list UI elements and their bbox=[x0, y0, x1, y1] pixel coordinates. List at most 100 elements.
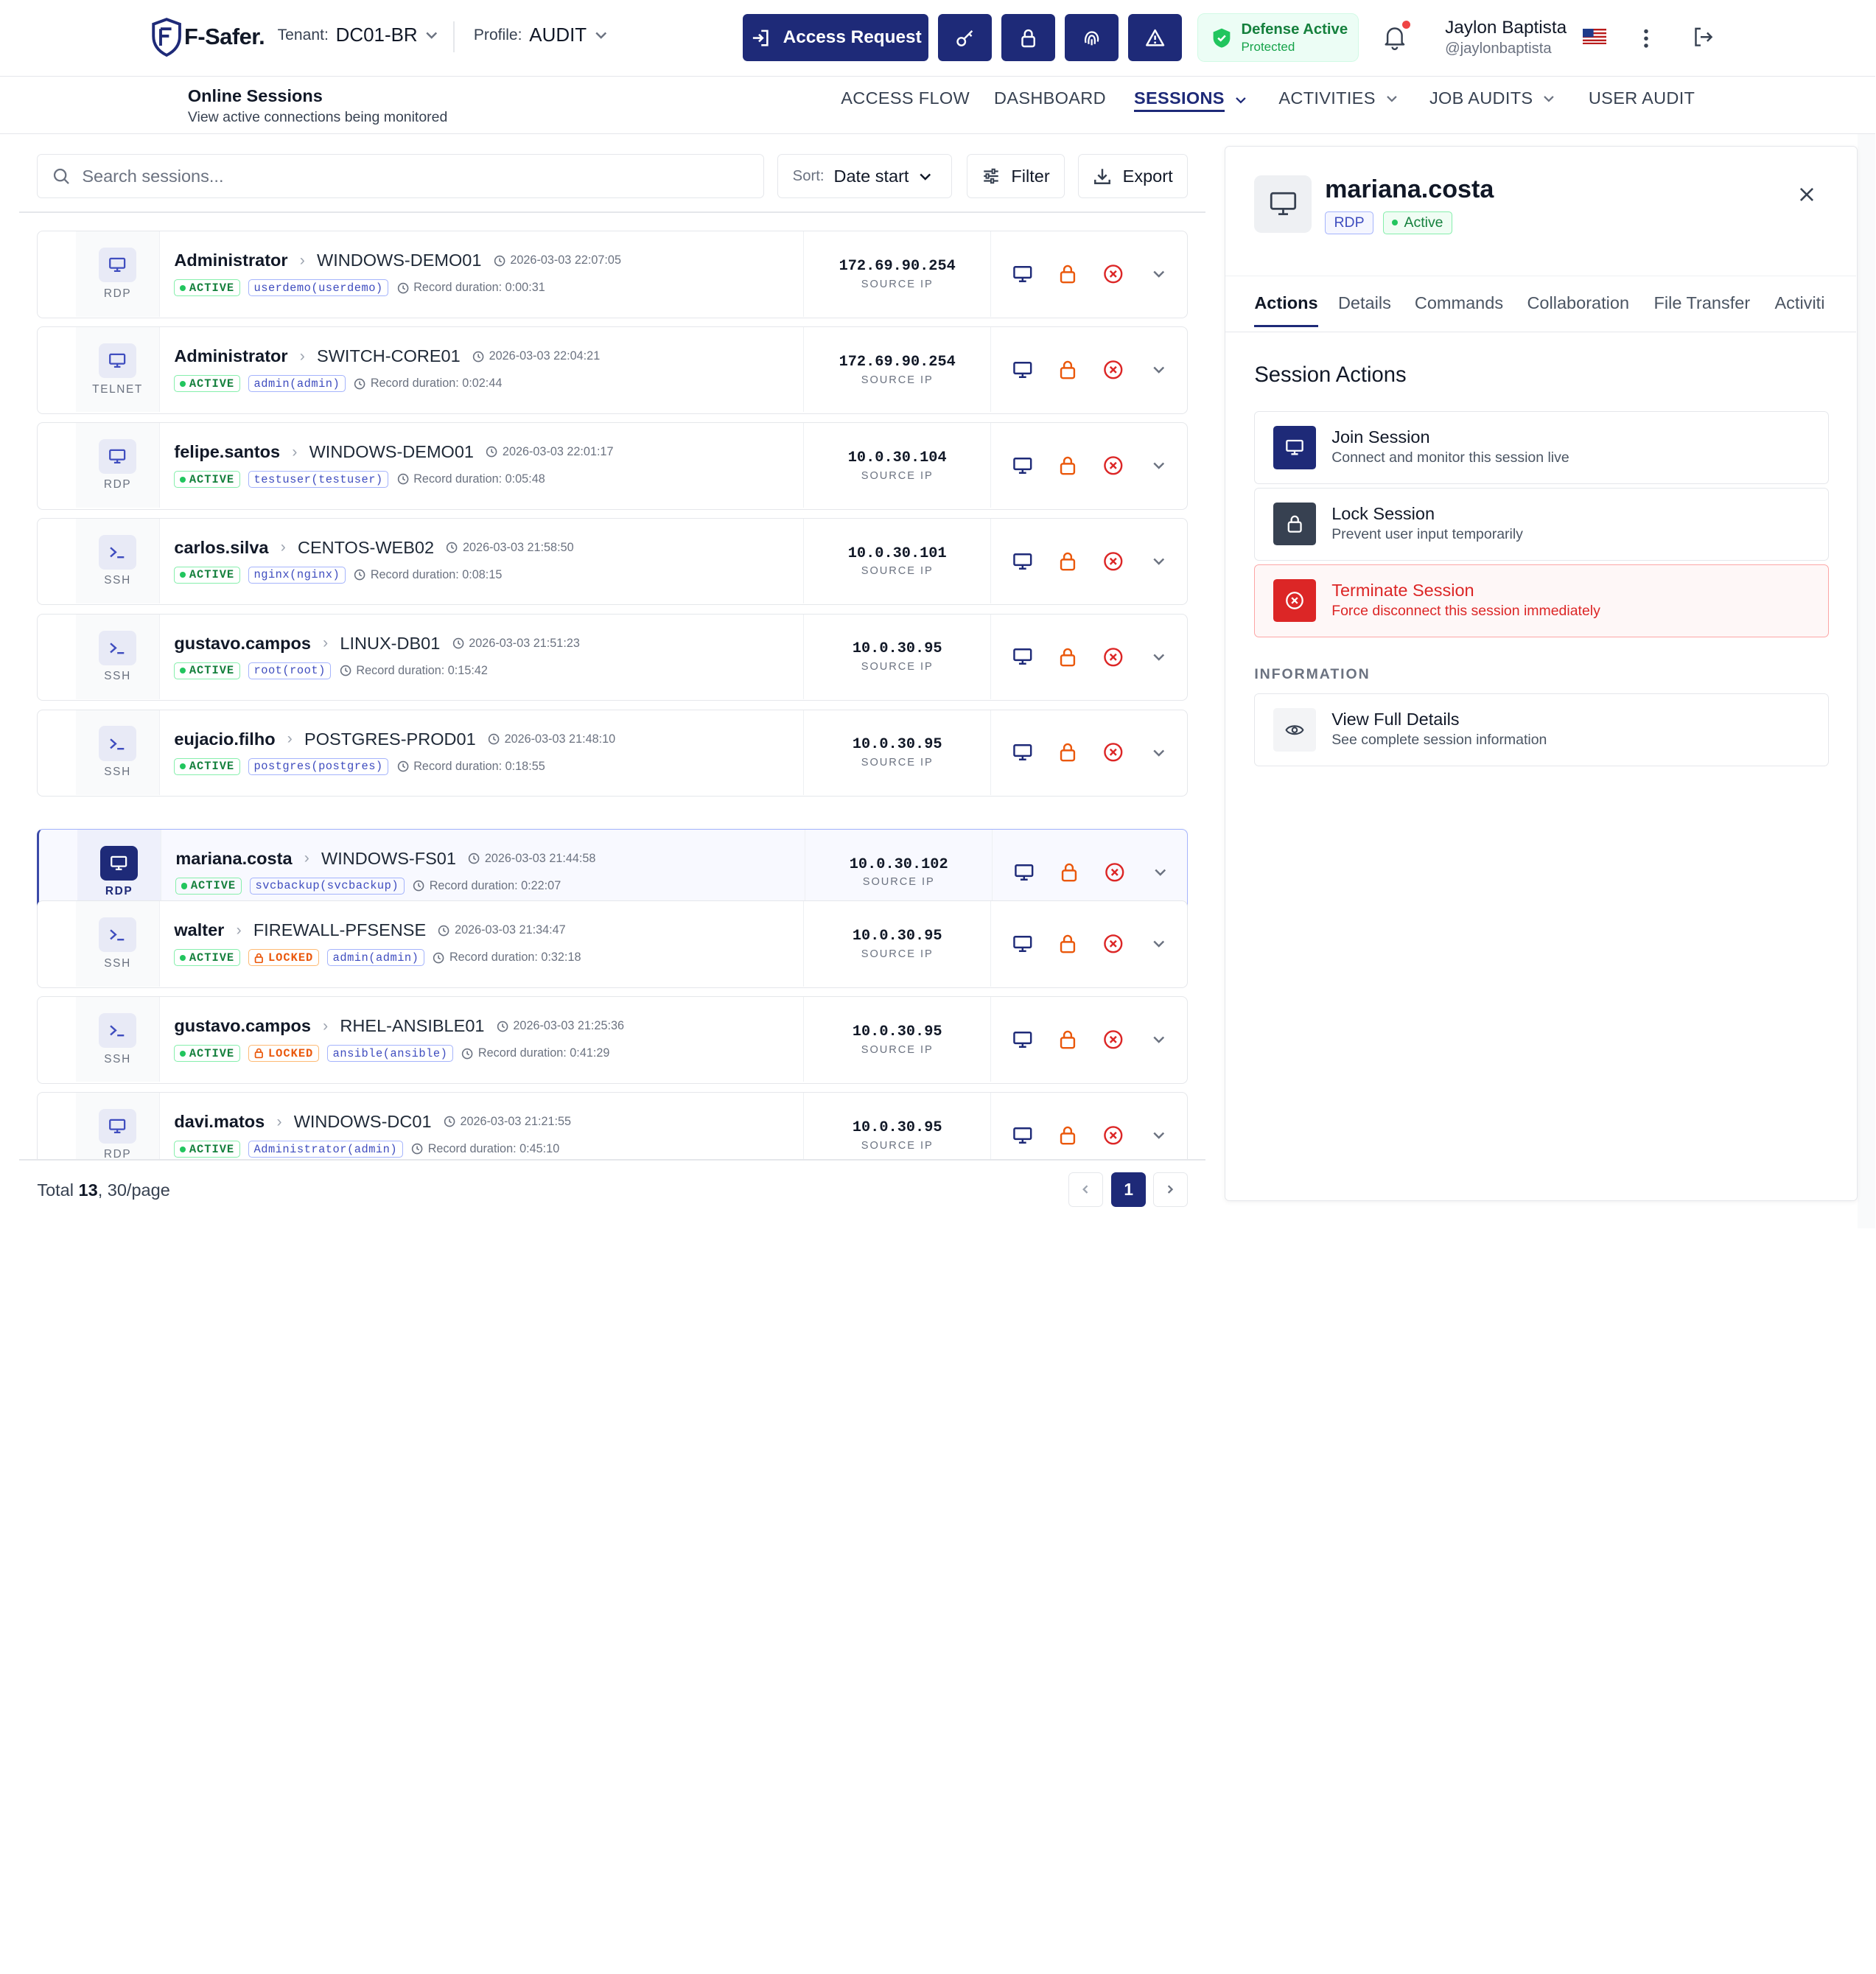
nav-user-audit[interactable]: USER AUDIT bbox=[1589, 88, 1695, 108]
join-session-button[interactable] bbox=[1012, 1124, 1033, 1146]
lock-session-card[interactable]: Lock Session Prevent user input temporari… bbox=[1254, 487, 1829, 561]
warning-button[interactable] bbox=[1127, 14, 1182, 61]
tab-collaboration[interactable]: Collaboration bbox=[1527, 293, 1629, 313]
more-vertical-icon[interactable] bbox=[1637, 27, 1656, 50]
session-row[interactable]: SSH gustavo.campos › RHEL-ANSIBLE01 2026… bbox=[37, 996, 1189, 1084]
tab-details[interactable]: Details bbox=[1338, 293, 1391, 313]
expand-row-button[interactable] bbox=[1148, 646, 1169, 668]
session-start-time: 2026-03-03 21:48:10 bbox=[488, 732, 615, 746]
join-session-button[interactable] bbox=[1012, 550, 1033, 572]
expand-row-button[interactable] bbox=[1149, 861, 1171, 883]
source-ip-column: 10.0.30.95 SOURCE IP bbox=[803, 710, 992, 795]
search-box[interactable] bbox=[37, 154, 765, 199]
lock-session-button[interactable] bbox=[1057, 359, 1078, 380]
terminate-session-button[interactable] bbox=[1102, 1029, 1124, 1050]
join-session-button[interactable] bbox=[1013, 861, 1035, 883]
session-user: Administrator bbox=[174, 251, 288, 270]
session-user: gustavo.campos bbox=[174, 1016, 311, 1036]
session-row[interactable]: SSH gustavo.campos › LINUX-DB01 2026-03-… bbox=[37, 613, 1189, 701]
row-actions bbox=[1012, 710, 1169, 795]
sort-dropdown[interactable]: Sort: Date start bbox=[777, 154, 953, 199]
terminate-session-button[interactable] bbox=[1102, 455, 1124, 476]
page-1-button[interactable]: 1 bbox=[1111, 1172, 1147, 1207]
expand-row-button[interactable] bbox=[1148, 550, 1169, 572]
session-row[interactable]: TELNET Administrator › SWITCH-CORE01 202… bbox=[37, 326, 1189, 414]
access-request-button[interactable]: Access Request bbox=[743, 14, 928, 61]
terminate-session-button[interactable] bbox=[1102, 263, 1124, 284]
join-session-button[interactable] bbox=[1012, 263, 1033, 284]
close-icon[interactable] bbox=[1797, 185, 1816, 204]
tab-actions[interactable]: Actions bbox=[1254, 293, 1318, 328]
terminate-session-card[interactable]: Terminate Session Force disconnect this s… bbox=[1254, 564, 1829, 637]
terminate-session-button[interactable] bbox=[1102, 550, 1124, 572]
nav-dashboard[interactable]: DASHBOARD bbox=[994, 88, 1106, 108]
session-row[interactable]: RDP davi.matos › WINDOWS-DC01 2026-03-03… bbox=[37, 1092, 1189, 1160]
lock-session-button[interactable] bbox=[1057, 1124, 1078, 1146]
us-flag-icon[interactable] bbox=[1582, 28, 1607, 45]
previous-page-button[interactable] bbox=[1068, 1172, 1103, 1207]
join-session-button[interactable] bbox=[1012, 359, 1033, 380]
join-session-button[interactable] bbox=[1012, 455, 1033, 476]
expand-row-button[interactable] bbox=[1148, 263, 1169, 284]
tenant-selector[interactable]: Tenant: DC01-BR bbox=[278, 24, 439, 46]
terminate-session-button[interactable] bbox=[1102, 742, 1124, 763]
expand-row-button[interactable] bbox=[1148, 933, 1169, 954]
search-input[interactable] bbox=[82, 166, 728, 186]
lock-session-button[interactable] bbox=[1057, 455, 1078, 476]
nav-sessions[interactable]: SESSIONS bbox=[1133, 88, 1247, 112]
tab-file-transfer[interactable]: File Transfer bbox=[1654, 293, 1751, 313]
tab-commands[interactable]: Commands bbox=[1415, 293, 1503, 313]
session-type-label: RDP bbox=[103, 478, 132, 491]
action-title: Join Session bbox=[1331, 427, 1430, 447]
expand-row-button[interactable] bbox=[1148, 359, 1169, 380]
terminate-session-button[interactable] bbox=[1102, 1124, 1124, 1146]
lock-session-button[interactable] bbox=[1058, 861, 1079, 883]
join-session-button[interactable] bbox=[1012, 646, 1033, 668]
lock-session-button[interactable] bbox=[1057, 1029, 1078, 1050]
status-badge: ACTIVE bbox=[174, 1140, 240, 1158]
expand-row-button[interactable] bbox=[1148, 1029, 1169, 1050]
session-row[interactable]: SSH carlos.silva › CENTOS-WEB02 2026-03-… bbox=[37, 517, 1189, 606]
join-session-button[interactable] bbox=[1012, 1029, 1033, 1050]
expand-row-button[interactable] bbox=[1148, 1124, 1169, 1146]
terminate-session-button[interactable] bbox=[1102, 646, 1124, 668]
lock-session-button[interactable] bbox=[1057, 550, 1078, 572]
lock-session-button[interactable] bbox=[1057, 933, 1078, 954]
join-session-button[interactable] bbox=[1012, 742, 1033, 763]
export-button[interactable]: Export bbox=[1077, 154, 1189, 199]
lock-session-button[interactable] bbox=[1057, 263, 1078, 284]
monitor-icon bbox=[1012, 361, 1032, 378]
expand-row-button[interactable] bbox=[1148, 742, 1169, 763]
terminate-session-button[interactable] bbox=[1102, 933, 1124, 954]
join-session-card[interactable]: Join Session Connect and monitor this ses… bbox=[1254, 410, 1829, 484]
session-row[interactable]: RDP Administrator › WINDOWS-DEMO01 2026-… bbox=[37, 231, 1189, 318]
logout-icon[interactable] bbox=[1691, 25, 1715, 49]
lock-session-button[interactable] bbox=[1057, 742, 1078, 763]
divider bbox=[18, 1159, 1206, 1161]
filter-button[interactable]: Filter bbox=[966, 154, 1065, 199]
terminate-session-button[interactable] bbox=[1104, 861, 1125, 883]
user-profile[interactable]: Jaylon Baptista @jaylonbaptista bbox=[1445, 17, 1567, 60]
profile-label: Profile: bbox=[473, 26, 522, 43]
lock-session-button[interactable] bbox=[1057, 646, 1078, 668]
session-type-label: SSH bbox=[104, 1052, 131, 1065]
tab-activities[interactable]: Activiti bbox=[1774, 293, 1855, 313]
session-row[interactable]: SSH walter › FIREWALL-PFSENSE 2026-03-03… bbox=[37, 900, 1189, 988]
nav-activities[interactable]: ACTIVITIES bbox=[1278, 88, 1398, 108]
nav-access-flow[interactable]: ACCESS FLOW bbox=[841, 88, 970, 108]
nav-job-audits[interactable]: JOB AUDITS bbox=[1429, 88, 1555, 108]
profile-selector[interactable]: Profile: AUDIT bbox=[474, 24, 609, 46]
session-row[interactable]: SSH eujacio.filho › POSTGRES-PROD01 2026… bbox=[37, 709, 1189, 797]
lock-button[interactable] bbox=[1001, 14, 1055, 61]
key-button[interactable] bbox=[937, 14, 992, 61]
session-type-column: SSH bbox=[76, 614, 160, 699]
logo[interactable]: F-Safer. bbox=[151, 17, 265, 57]
expand-row-button[interactable] bbox=[1148, 455, 1169, 476]
session-row[interactable]: RDP felipe.santos › WINDOWS-DEMO01 2026-… bbox=[37, 422, 1189, 510]
source-ip-value: 10.0.30.95 bbox=[852, 928, 942, 945]
terminate-session-button[interactable] bbox=[1102, 359, 1124, 380]
view-full-details-card[interactable]: View Full Details See complete session in… bbox=[1254, 693, 1829, 766]
join-session-button[interactable] bbox=[1012, 933, 1033, 954]
fingerprint-button[interactable] bbox=[1064, 14, 1119, 61]
next-page-button[interactable] bbox=[1152, 1172, 1189, 1207]
